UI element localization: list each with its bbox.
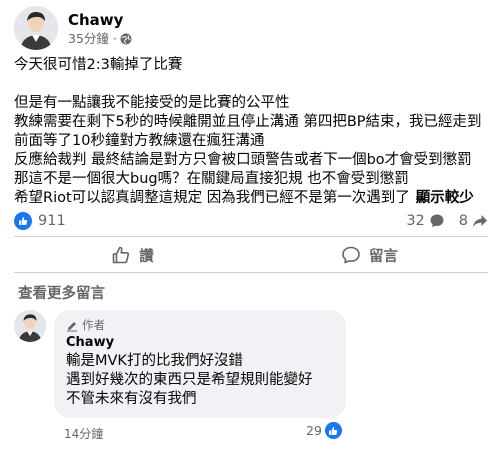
share-count-value: 8 bbox=[458, 213, 468, 229]
comment-line: 輸是MVK打的比我們好沒錯 bbox=[66, 353, 243, 369]
comment-author-name[interactable]: Chawy bbox=[66, 334, 334, 352]
comment-like-count: 29 bbox=[306, 423, 322, 438]
commenter-avatar[interactable] bbox=[14, 310, 46, 342]
post-actions: 讚 留言 bbox=[14, 240, 488, 270]
view-more-comments-link[interactable]: 查看更多留言 bbox=[18, 282, 105, 303]
share-arrow-icon bbox=[473, 215, 487, 227]
like-count[interactable]: 911 bbox=[38, 213, 66, 229]
post-line: 反應給裁判 最終結論是對方只會被口頭警告或者下一個bo才會受到懲罰 bbox=[14, 152, 472, 168]
author-badge-label: 作者 bbox=[82, 318, 105, 332]
divider bbox=[14, 272, 488, 273]
comment-bubble-icon bbox=[430, 214, 444, 228]
comment-count-value: 32 bbox=[406, 213, 425, 229]
post-line: 今天很可惜2:3輸掉了比賽 bbox=[14, 57, 183, 73]
comment-timestamp[interactable]: 14分鐘 bbox=[64, 425, 103, 442]
post-author-name[interactable]: Chawy bbox=[68, 10, 132, 30]
post-line: 教練需要在剩下5秒的時候離開並且停止溝通 第四把BP結束，我已經走到前面等了10… bbox=[14, 114, 482, 149]
comment-button[interactable]: 留言 bbox=[251, 240, 488, 270]
post-line: 那這不是一個很大bug嗎？在關鍵局直接犯規 也不會受到懲罰 bbox=[14, 171, 409, 187]
see-less-link[interactable]: 顯示較少 bbox=[416, 190, 474, 206]
like-reaction-icon bbox=[324, 422, 342, 439]
thumbs-up-icon bbox=[112, 246, 130, 264]
like-reaction-icon bbox=[14, 212, 32, 230]
comment-line: 不管未來有沒有我們 bbox=[66, 391, 197, 407]
post-line-text: 希望Riot可以認真調整這規定 因為我們已經不是第一次遇到了 bbox=[14, 190, 410, 206]
comment-line: 遇到好幾次的東西只是希望規則能變好 bbox=[66, 372, 313, 388]
share-count[interactable]: 8 bbox=[459, 213, 488, 229]
like-button-label: 讚 bbox=[139, 248, 154, 265]
comment-likes[interactable]: 29 bbox=[306, 422, 342, 439]
like-button[interactable]: 讚 bbox=[14, 240, 251, 270]
post-timestamp[interactable]: 35分鐘 · bbox=[68, 31, 117, 47]
comment-button-label: 留言 bbox=[369, 248, 398, 265]
author-badge: 作者 bbox=[66, 318, 334, 333]
comment-icon bbox=[342, 246, 360, 264]
post-body: 今天很可惜2:3輸掉了比賽 但是有一點讓我不能接受的是比賽的公平性 教練需要在剩… bbox=[14, 56, 494, 208]
globe-icon bbox=[120, 33, 132, 45]
pen-icon bbox=[67, 321, 77, 331]
post-line: 但是有一點讓我不能接受的是比賽的公平性 bbox=[14, 95, 290, 111]
comment-count[interactable]: 32 bbox=[406, 213, 444, 229]
comment-bubble: 作者 Chawy 輸是MVK打的比我們好沒錯 遇到好幾次的東西只是希望規則能變好… bbox=[54, 310, 346, 418]
post-header: Chawy 35分鐘 · bbox=[14, 6, 132, 50]
post-line: 希望Riot可以認真調整這規定 因為我們已經不是第一次遇到了 顯示較少 bbox=[14, 189, 494, 208]
author-avatar[interactable] bbox=[14, 6, 58, 50]
reaction-stats: 911 32 8 bbox=[14, 210, 488, 232]
divider bbox=[14, 236, 488, 237]
